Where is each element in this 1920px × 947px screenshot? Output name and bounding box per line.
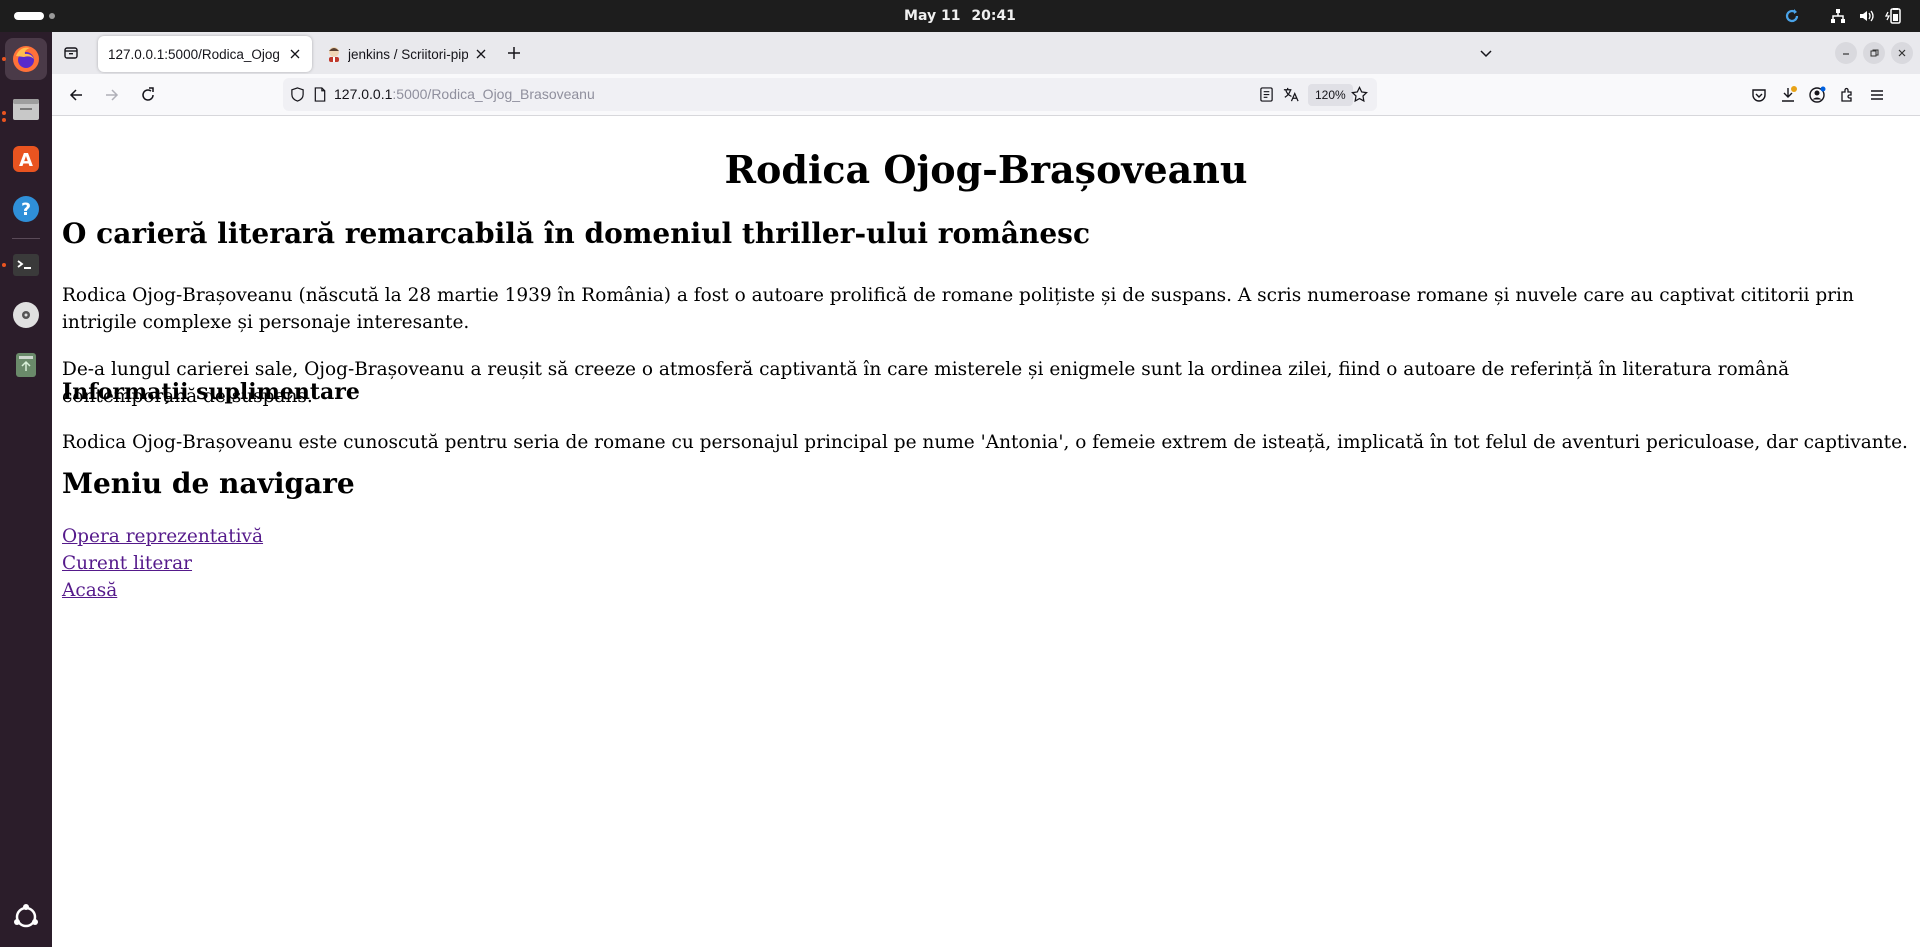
tab-jenkins[interactable]: jenkins / Scriitori-pipeline xyxy=(316,36,498,72)
address-bar[interactable]: 127.0.0.1:5000/Rodica_Ojog_Brasoveanu 12… xyxy=(283,78,1377,111)
reader-view-icon[interactable] xyxy=(1259,87,1274,106)
page-title: Rodica Ojog-Brașoveanu xyxy=(724,147,1248,192)
tab-close-button[interactable] xyxy=(286,45,304,63)
trash-icon xyxy=(16,353,36,377)
page-subtitle: O carieră literară remarcabilă în domeni… xyxy=(62,217,1090,250)
files-icon xyxy=(13,99,39,120)
additional-info-paragraph: Rodica Ojog-Brașoveanu este cunoscută pe… xyxy=(62,432,1908,453)
restore-icon xyxy=(1870,49,1879,57)
svg-text:A: A xyxy=(19,150,33,171)
close-icon xyxy=(1898,49,1906,57)
dock-help[interactable]: ? xyxy=(5,188,47,230)
help-icon: ? xyxy=(13,196,39,222)
clock-date: May 11 xyxy=(904,8,961,24)
link-literary-movement[interactable]: Curent literar xyxy=(62,550,192,577)
additional-info-heading: Informații suplimentare xyxy=(62,379,360,405)
close-icon xyxy=(476,49,486,59)
app-menu-button[interactable] xyxy=(1863,81,1891,109)
arrow-right-icon xyxy=(106,89,119,101)
close-icon xyxy=(290,49,300,59)
minimize-icon xyxy=(1843,53,1849,55)
update-icon[interactable] xyxy=(1783,6,1801,26)
page-content: Rodica Ojog-Brașoveanu O carieră literar… xyxy=(52,117,1920,947)
clock-time: 20:41 xyxy=(971,8,1016,24)
translate-icon[interactable] xyxy=(1282,86,1299,107)
dock-trash[interactable] xyxy=(5,344,47,386)
hamburger-menu-icon xyxy=(1871,90,1883,100)
link-representative-works[interactable]: Opera reprezentativă xyxy=(62,523,263,550)
tab-close-button[interactable] xyxy=(472,45,490,63)
url-text[interactable]: 127.0.0.1:5000/Rodica_Ojog_Brasoveanu xyxy=(334,78,595,111)
dock-terminal[interactable] xyxy=(5,244,47,286)
running-indicator xyxy=(2,111,6,115)
account-icon xyxy=(1809,86,1826,103)
page-info-icon[interactable] xyxy=(313,87,327,106)
reload-button[interactable] xyxy=(134,81,162,109)
tab-strip: 127.0.0.1:5000/Rodica_Ojog jenkins / Scr… xyxy=(52,32,1920,74)
zoom-indicator[interactable]: 120% xyxy=(1308,84,1353,106)
downloads-button[interactable] xyxy=(1775,81,1803,109)
dock-files[interactable] xyxy=(5,88,47,130)
dock-show-apps[interactable] xyxy=(5,896,47,938)
dock-optical-drive[interactable] xyxy=(5,294,47,336)
url-host: 127.0.0.1 xyxy=(334,86,393,102)
dock-app-center[interactable]: A xyxy=(5,138,47,180)
reload-icon xyxy=(142,87,154,101)
ubuntu-logo-icon xyxy=(14,904,38,928)
dock-firefox[interactable] xyxy=(5,38,47,80)
tab-rodica[interactable]: 127.0.0.1:5000/Rodica_Ojog xyxy=(98,36,312,72)
system-top-bar: May 11 20:41 xyxy=(0,0,1920,32)
puzzle-icon xyxy=(1841,87,1852,102)
bookmark-star-icon[interactable] xyxy=(1351,85,1368,107)
system-clock[interactable]: May 11 20:41 xyxy=(0,0,1920,32)
url-path: :5000/Rodica_Ojog_Brasoveanu xyxy=(392,86,595,102)
browser-window: 127.0.0.1:5000/Rodica_Ojog jenkins / Scr… xyxy=(52,32,1920,947)
forward-button[interactable] xyxy=(98,81,126,109)
tab-title: 127.0.0.1:5000/Rodica_Ojog xyxy=(108,46,280,62)
extensions-button[interactable] xyxy=(1833,81,1861,109)
new-tab-button[interactable] xyxy=(500,39,528,67)
chevron-down-icon xyxy=(1480,50,1492,58)
tracking-protection-icon[interactable] xyxy=(290,87,305,106)
download-icon xyxy=(1782,86,1797,102)
back-button[interactable] xyxy=(62,81,90,109)
dock: A ? xyxy=(0,32,52,947)
firefox-view-icon xyxy=(64,47,78,59)
pocket-icon xyxy=(1752,89,1766,102)
running-indicator xyxy=(2,118,6,122)
biography-paragraph: Rodica Ojog-Brașoveanu (născută la 28 ma… xyxy=(62,285,1854,333)
svg-text:?: ? xyxy=(21,200,31,220)
terminal-icon xyxy=(13,254,39,276)
app-center-icon: A xyxy=(13,146,39,172)
volume-icon[interactable] xyxy=(1857,6,1875,26)
jenkins-favicon-icon xyxy=(326,46,342,62)
restore-button[interactable] xyxy=(1863,42,1885,64)
navigation-toolbar: 127.0.0.1:5000/Rodica_Ojog_Brasoveanu 12… xyxy=(52,74,1920,116)
disc-icon xyxy=(13,302,39,328)
account-button[interactable] xyxy=(1804,81,1832,109)
plus-icon xyxy=(508,47,520,59)
dock-separator xyxy=(12,238,40,239)
battery-icon[interactable] xyxy=(1883,6,1905,26)
link-home[interactable]: Acasă xyxy=(62,577,117,604)
running-indicator xyxy=(2,57,6,61)
tab-title: jenkins / Scriitori-pipeline xyxy=(348,46,468,62)
list-all-tabs-button[interactable] xyxy=(1472,39,1500,67)
running-indicator xyxy=(2,263,6,267)
minimize-button[interactable] xyxy=(1835,42,1857,64)
network-icon[interactable] xyxy=(1829,6,1847,26)
close-window-button[interactable] xyxy=(1891,42,1913,64)
navigation-menu-heading: Meniu de navigare xyxy=(62,467,355,500)
firefox-view-button[interactable] xyxy=(57,39,85,67)
pocket-button[interactable] xyxy=(1745,81,1773,109)
arrow-left-icon xyxy=(69,89,82,101)
firefox-icon xyxy=(13,46,39,72)
